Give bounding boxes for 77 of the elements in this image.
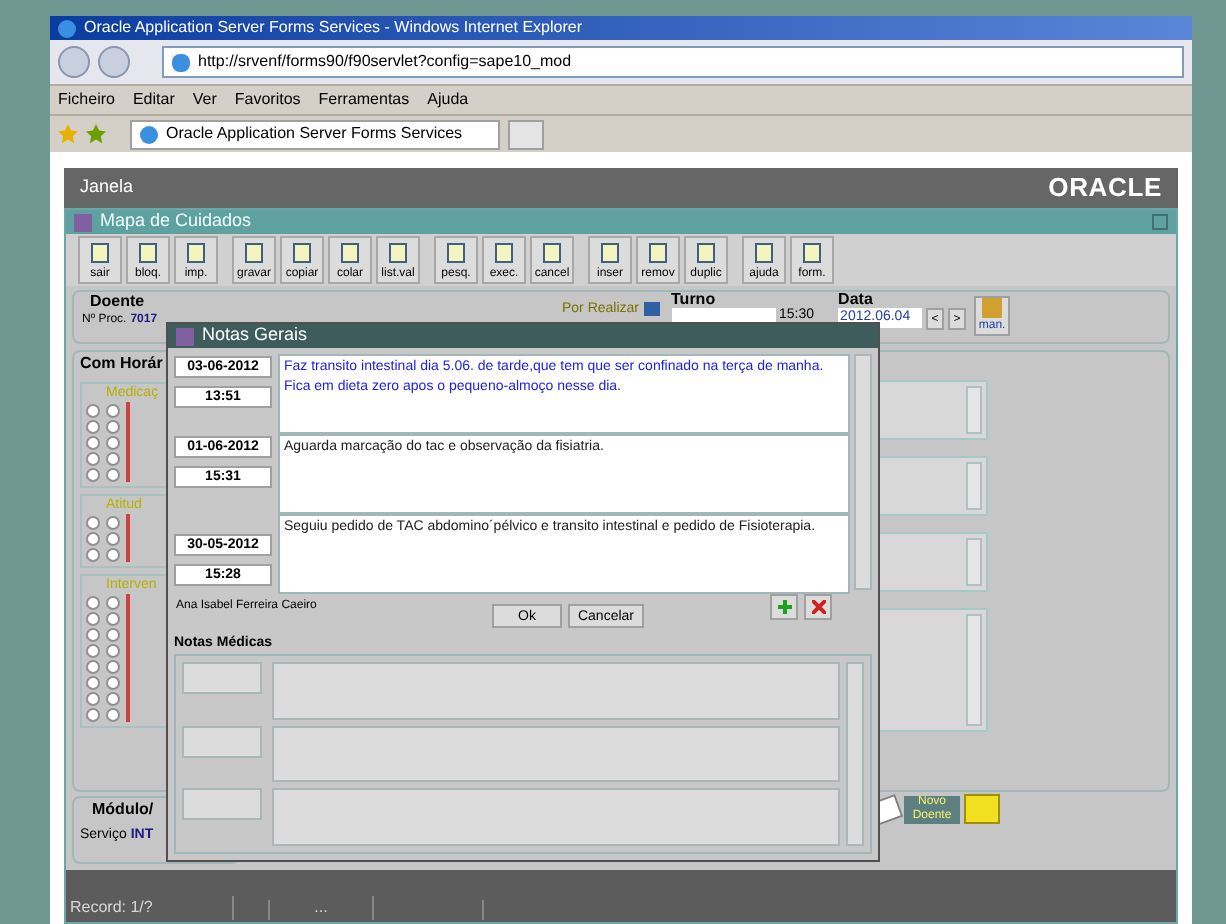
url-text: http://srvenf/forms90/f90servlet?config=sape10_mod bbox=[198, 50, 572, 74]
section-heading: Módulo/ bbox=[90, 798, 154, 822]
radio-button[interactable] bbox=[106, 611, 120, 625]
new-tab-button[interactable] bbox=[508, 119, 544, 149]
menu-item[interactable]: Ver bbox=[192, 88, 217, 112]
radio-button[interactable] bbox=[86, 515, 100, 529]
browser-logo-icon bbox=[58, 19, 76, 37]
delete-button[interactable] bbox=[804, 594, 832, 620]
app-icon bbox=[176, 327, 194, 345]
menu-item[interactable]: Ficheiro bbox=[58, 88, 115, 112]
delete-icon bbox=[811, 600, 825, 614]
radio-button[interactable] bbox=[106, 403, 120, 417]
empty-date-field[interactable] bbox=[182, 725, 262, 758]
radio-button[interactable] bbox=[86, 707, 100, 721]
back-button[interactable] bbox=[58, 46, 90, 78]
radio-button[interactable] bbox=[106, 691, 120, 705]
menu-item[interactable]: Favoritos bbox=[234, 88, 301, 112]
empty-note-field[interactable] bbox=[272, 662, 840, 720]
menu-item[interactable]: Ferramentas bbox=[318, 88, 410, 112]
radio-button[interactable] bbox=[86, 547, 100, 561]
radio-button[interactable] bbox=[106, 467, 120, 481]
radio-button[interactable] bbox=[106, 707, 120, 721]
scroll-bar[interactable] bbox=[966, 614, 982, 726]
scroll-bar[interactable] bbox=[966, 386, 982, 434]
section-heading: Turno bbox=[671, 292, 718, 308]
radio-button[interactable] bbox=[106, 435, 120, 449]
star-icon[interactable] bbox=[58, 124, 78, 144]
form-title: Mapa de Cuidados bbox=[100, 208, 252, 235]
radio-button[interactable] bbox=[86, 451, 100, 465]
empty-note-field[interactable] bbox=[272, 725, 840, 783]
menu-item[interactable]: Ajuda bbox=[427, 88, 469, 112]
app-icon bbox=[74, 213, 92, 231]
radio-button[interactable] bbox=[106, 675, 120, 689]
scroll-bar[interactable] bbox=[854, 354, 872, 590]
window-title: Oracle Application Server Forms Services - Windows Internet Explorer bbox=[84, 20, 582, 36]
star-icon[interactable] bbox=[86, 124, 106, 144]
radio-button[interactable] bbox=[106, 659, 120, 673]
radio-button[interactable] bbox=[86, 675, 100, 689]
radio-button[interactable] bbox=[106, 451, 120, 465]
status-field: ... bbox=[270, 896, 374, 920]
radio-button[interactable] bbox=[86, 691, 100, 705]
radio-button[interactable] bbox=[86, 627, 100, 641]
scroll-bar[interactable] bbox=[846, 662, 864, 846]
section-heading: Doente bbox=[88, 292, 147, 310]
dialog-title: Notas Gerais bbox=[202, 322, 308, 349]
record-text: Record: 1/? bbox=[70, 896, 234, 920]
empty-note-field[interactable] bbox=[272, 788, 840, 847]
scroll-bar[interactable] bbox=[966, 462, 982, 510]
radio-button[interactable] bbox=[106, 515, 120, 529]
radio-button[interactable] bbox=[86, 419, 100, 433]
radio-button[interactable] bbox=[86, 595, 100, 609]
logo-text: ORACLE bbox=[1048, 170, 1162, 207]
radio-button[interactable] bbox=[106, 595, 120, 609]
section-heading: Com Horár bbox=[80, 352, 163, 376]
radio-button[interactable] bbox=[86, 643, 100, 657]
plus-icon bbox=[777, 600, 791, 614]
radio-button[interactable] bbox=[86, 403, 100, 417]
radio-button[interactable] bbox=[86, 531, 100, 545]
add-button[interactable] bbox=[770, 594, 798, 620]
address-field[interactable]: http://srvenf/forms90/f90servlet?config=sape10_mod bbox=[162, 46, 1184, 78]
radio-button[interactable] bbox=[106, 531, 120, 545]
menu-item[interactable]: Janela bbox=[80, 174, 134, 202]
browser-tab[interactable]: Oracle Application Server Forms Services bbox=[130, 119, 500, 149]
empty-date-field[interactable] bbox=[182, 788, 262, 821]
empty-date-field[interactable] bbox=[182, 662, 262, 694]
radio-button[interactable] bbox=[86, 435, 100, 449]
forward-button[interactable] bbox=[98, 46, 130, 78]
radio-button[interactable] bbox=[106, 643, 120, 657]
radio-button[interactable] bbox=[86, 467, 100, 481]
radio-button[interactable] bbox=[106, 419, 120, 433]
radio-button[interactable] bbox=[86, 659, 100, 673]
radio-button[interactable] bbox=[86, 611, 100, 625]
scroll-bar[interactable] bbox=[966, 538, 982, 586]
section-heading: Data bbox=[838, 292, 875, 308]
menu-item[interactable]: Editar bbox=[132, 88, 175, 112]
radio-button[interactable] bbox=[106, 627, 120, 641]
radio-button[interactable] bbox=[106, 547, 120, 561]
